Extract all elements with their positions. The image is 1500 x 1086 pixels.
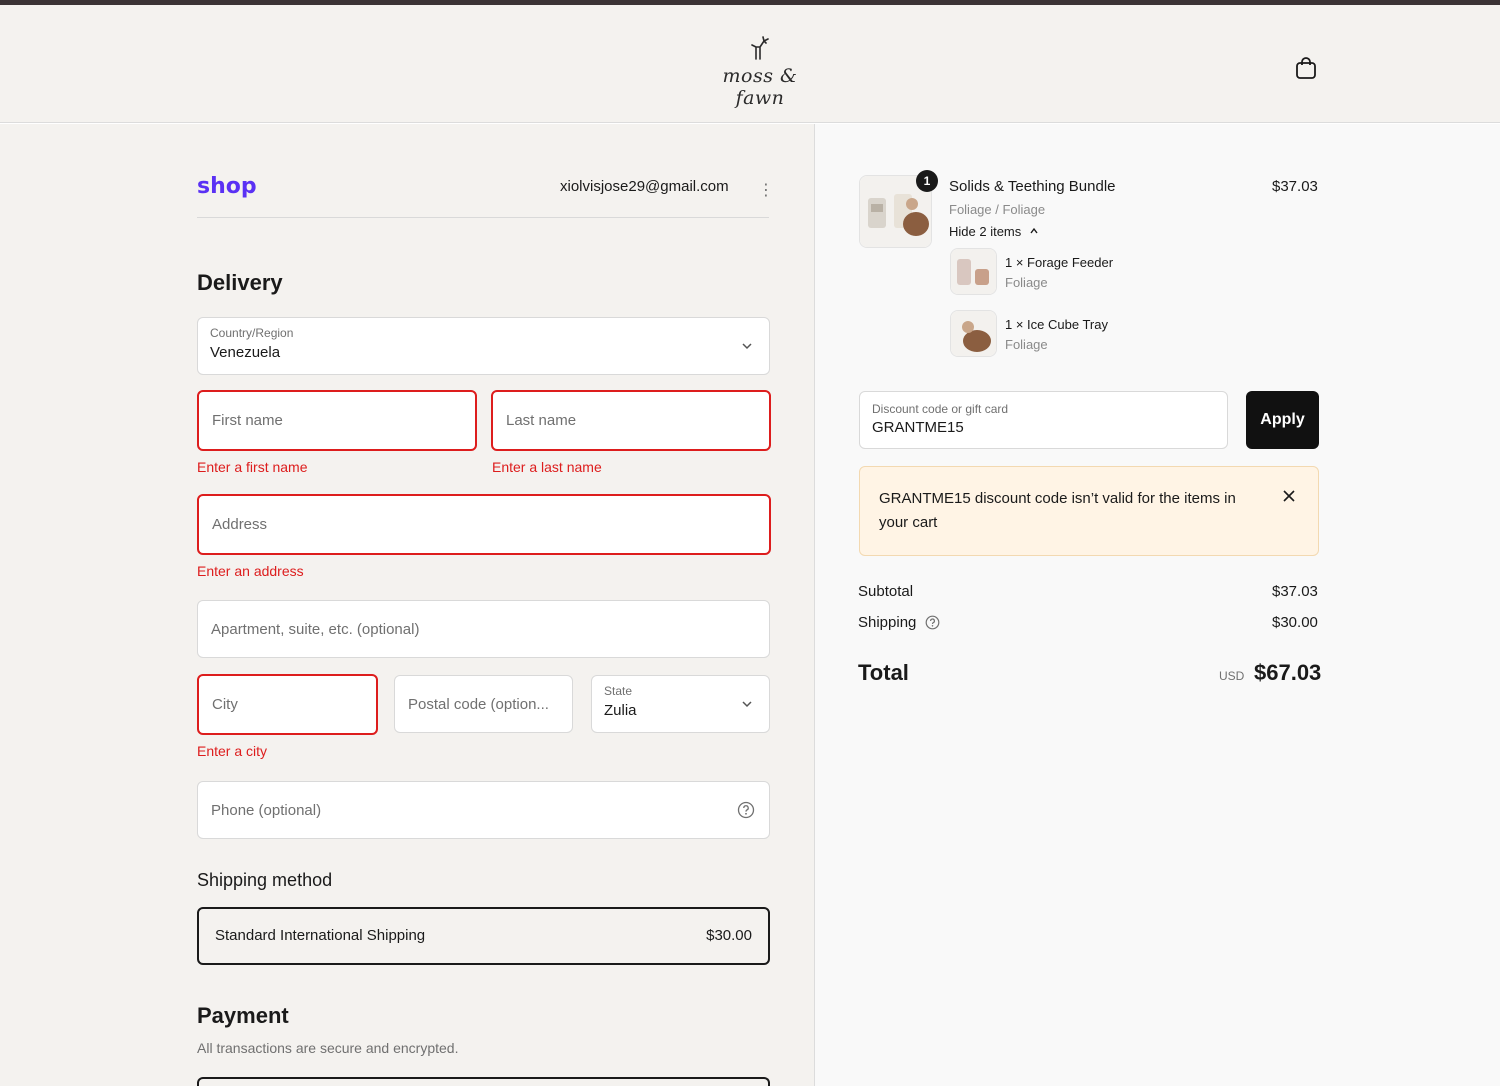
payment-options-box[interactable] [197, 1077, 770, 1086]
item-thumbnail [950, 248, 997, 295]
help-circle-icon[interactable] [737, 801, 755, 819]
country-select[interactable]: Country/Region Venezuela [197, 317, 770, 375]
shipping-value: $30.00 [1272, 614, 1318, 631]
order-summary-column [814, 124, 1500, 1086]
item-variant: Foliage [1005, 275, 1048, 290]
phone-field[interactable]: Phone (optional) [197, 781, 770, 839]
chevron-up-icon [1030, 227, 1038, 234]
chevron-down-icon [742, 343, 752, 350]
brand-name: moss & fawn [722, 65, 798, 109]
discount-label: Discount code or gift card [872, 402, 1009, 416]
state-select[interactable]: State Zulia [591, 675, 770, 733]
divider [197, 217, 769, 218]
discount-value: GRANTME15 [872, 419, 964, 436]
shipping-label-row: Shipping [858, 614, 940, 631]
account-email: xiolvisjose29@gmail.com [560, 178, 729, 195]
shipping-label: Shipping [858, 614, 917, 631]
first-name-field[interactable]: First name [197, 390, 477, 451]
brand-logo[interactable]: moss & fawn [700, 35, 820, 109]
product-title: Solids & Teething Bundle [949, 178, 1116, 195]
first-name-placeholder: First name [212, 412, 283, 429]
discount-error-message: GRANTME15 discount code isn’t valid for … [879, 490, 1236, 531]
shop-pay-logo[interactable]: shop [197, 174, 257, 199]
apartment-field[interactable]: Apartment, suite, etc. (optional) [197, 600, 770, 658]
product-price: $37.03 [1272, 178, 1318, 195]
shipping-option-price: $30.00 [706, 927, 752, 944]
shipping-option[interactable]: Standard International Shipping $30.00 [197, 907, 770, 965]
site-header: moss & fawn [0, 5, 1500, 123]
last-name-error: Enter a last name [492, 459, 602, 475]
item-variant: Foliage [1005, 337, 1048, 352]
state-label: State [604, 684, 633, 698]
deer-logo-icon [751, 36, 769, 60]
country-label: Country/Region [210, 326, 294, 340]
payment-heading: Payment [197, 1003, 289, 1028]
apply-button[interactable]: Apply [1246, 391, 1319, 449]
total-value: $67.03 [1254, 660, 1322, 685]
shipping-option-name: Standard International Shipping [215, 927, 426, 944]
postal-code-field[interactable]: Postal code (option... [394, 675, 573, 733]
city-field[interactable]: City [197, 674, 378, 735]
checkout-form-column: shop xiolvisjose29@gmail.com ⋮ Delivery … [0, 124, 814, 1086]
delivery-heading: Delivery [197, 270, 283, 295]
item-label: 1 × Ice Cube Tray [1005, 317, 1108, 332]
chevron-down-icon [742, 701, 752, 708]
payment-note: All transactions are secure and encrypte… [197, 1040, 459, 1056]
last-name-placeholder: Last name [506, 412, 577, 429]
postal-code-placeholder: Postal code (option... [408, 696, 549, 713]
subtotal-value: $37.03 [1272, 583, 1318, 600]
shipping-method-heading: Shipping method [197, 870, 333, 890]
subtotal-label: Subtotal [858, 583, 914, 600]
help-circle-icon[interactable] [925, 615, 940, 630]
shopping-bag-icon[interactable] [1293, 55, 1319, 81]
toggle-items-label: Hide 2 items [949, 224, 1022, 239]
city-placeholder: City [212, 696, 238, 713]
discount-code-input[interactable]: Discount code or gift card GRANTME15 [859, 391, 1228, 449]
phone-placeholder: Phone (optional) [211, 802, 322, 819]
account-menu-icon[interactable]: ⋮ [758, 180, 774, 200]
total-currency: USD [1219, 669, 1245, 683]
item-label: 1 × Forage Feeder [1005, 255, 1114, 270]
city-error: Enter a city [197, 743, 268, 759]
last-name-field[interactable]: Last name [491, 390, 771, 451]
state-value: Zulia [604, 702, 637, 719]
toggle-items-link[interactable]: Hide 2 items [949, 224, 1039, 239]
item-thumbnail [950, 310, 997, 357]
address-field[interactable]: Address [197, 494, 771, 555]
close-icon[interactable] [1282, 489, 1296, 503]
quantity-badge: 1 [916, 170, 938, 192]
total-label: Total [858, 660, 909, 685]
first-name-error: Enter a first name [197, 459, 308, 475]
address-error: Enter an address [197, 563, 304, 579]
product-variant: Foliage / Foliage [949, 202, 1046, 217]
address-placeholder: Address [212, 516, 268, 533]
apartment-placeholder: Apartment, suite, etc. (optional) [211, 621, 420, 638]
country-value: Venezuela [210, 344, 281, 361]
discount-error-banner: GRANTME15 discount code isn’t valid for … [859, 466, 1319, 556]
